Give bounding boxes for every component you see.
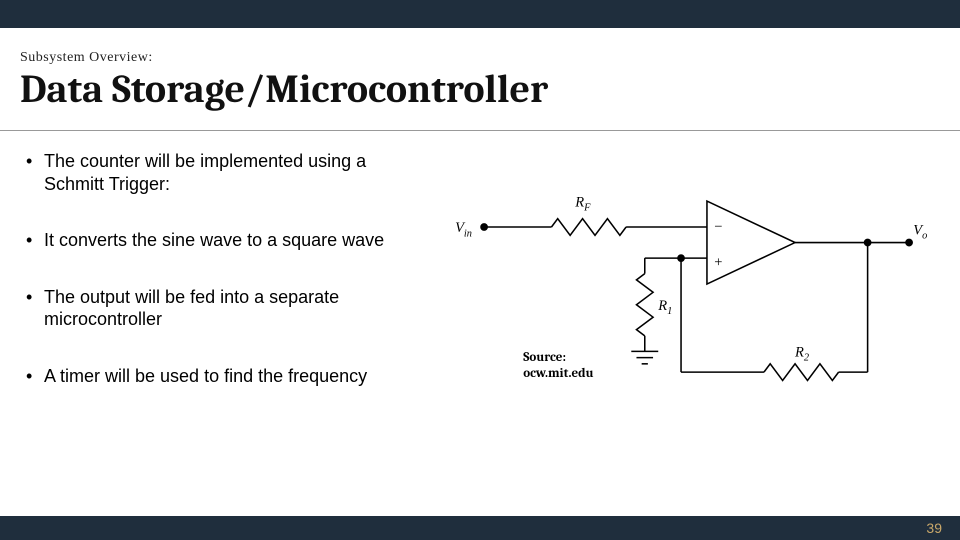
slide: Subsystem Overview: Data Storage/Microco… [0, 0, 960, 540]
vin-label: Vin [455, 220, 472, 239]
page-title: Data Storage/Microcontroller [20, 68, 940, 110]
vo-label: Vo [913, 222, 927, 241]
source-label: Source: [523, 350, 566, 365]
content-area: The counter will be implemented using a … [20, 150, 940, 480]
page-number: 39 [926, 520, 942, 536]
subtitle: Subsystem Overview: [20, 50, 940, 66]
bullet-item: A timer will be used to find the frequen… [20, 365, 423, 388]
header-divider [0, 130, 960, 131]
r1-label: R1 [657, 298, 672, 317]
bullet-column: The counter will be implemented using a … [20, 150, 443, 480]
header: Subsystem Overview: Data Storage/Microco… [20, 50, 940, 110]
bottom-bar: 39 [0, 516, 960, 540]
bullet-list: The counter will be implemented using a … [20, 150, 423, 387]
source-value: ocw.mit.edu [523, 366, 593, 381]
rf-label: RF [575, 194, 592, 213]
bullet-item: It converts the sine wave to a square wa… [20, 229, 423, 252]
diagram-column: − + Vin RF R1 R2 Vo Source: ocw.mit.edu [443, 150, 940, 480]
r2-label: R2 [794, 345, 809, 364]
bullet-item: The counter will be implemented using a … [20, 150, 423, 195]
bullet-item: The output will be fed into a separate m… [20, 286, 423, 331]
top-bar [0, 0, 960, 28]
plus-label: + [714, 254, 722, 270]
minus-label: − [714, 219, 722, 235]
diagram-source: Source: ocw.mit.edu [523, 350, 593, 381]
